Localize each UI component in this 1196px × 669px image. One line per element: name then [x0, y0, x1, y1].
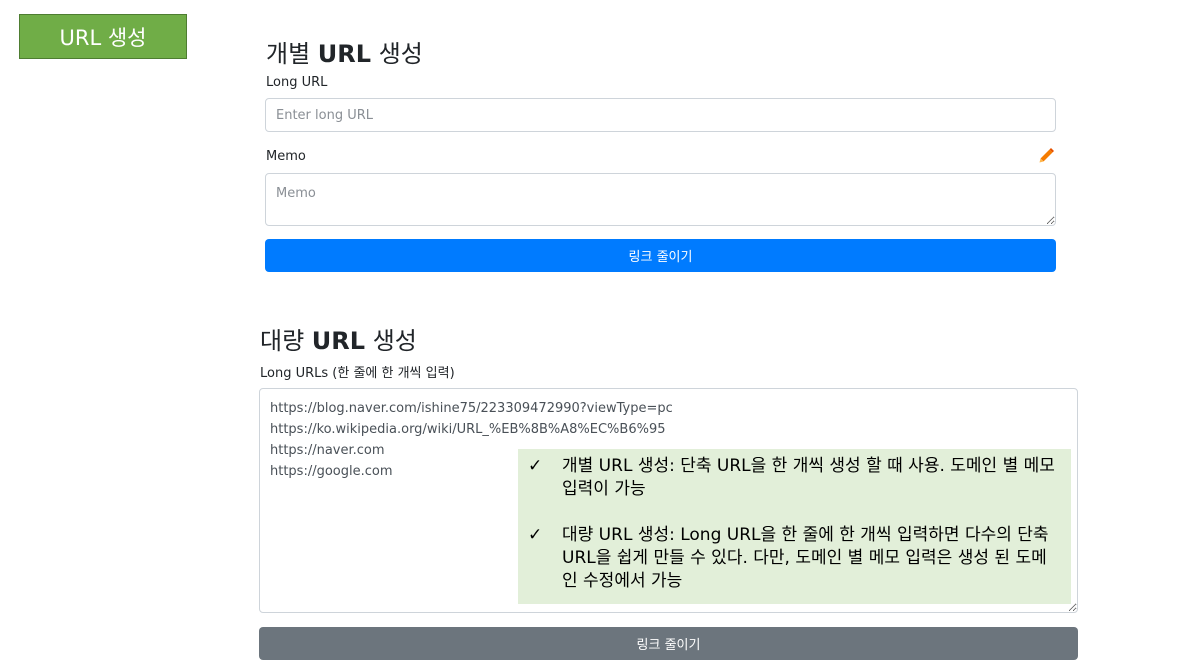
single-title-suffix: 생성: [371, 40, 423, 68]
long-url-label: Long URL: [266, 75, 328, 90]
long-url-input[interactable]: [265, 98, 1056, 132]
shorten-link-button[interactable]: 링크 줄이기: [265, 239, 1056, 272]
memo-label: Memo: [266, 149, 306, 164]
note-item: ✓ 개별 URL 생성: 단축 URL을 한 개씩 생성 할 때 사용. 도메인…: [526, 455, 1061, 501]
single-section-title: 개별 URL 생성: [266, 34, 423, 69]
note-text: 개별 URL 생성: 단축 URL을 한 개씩 생성 할 때 사용. 도메인 별…: [562, 456, 1055, 499]
annotation-note: ✓ 개별 URL 생성: 단축 URL을 한 개씩 생성 할 때 사용. 도메인…: [518, 449, 1071, 604]
section-tag-label: URL 생성: [59, 25, 147, 50]
bulk-title-prefix: 대량: [260, 327, 312, 355]
check-icon: ✓: [528, 456, 543, 476]
long-urls-label: Long URLs (한 줄에 한 개씩 입력): [260, 366, 455, 381]
note-text: 대량 URL 생성: Long URL을 한 줄에 한 개씩 입력하면 다수의 …: [562, 525, 1049, 591]
bulk-title-suffix: 생성: [365, 327, 417, 355]
note-item: ✓ 대량 URL 생성: Long URL을 한 줄에 한 개씩 입력하면 다수…: [526, 524, 1061, 593]
bulk-section-title: 대량 URL 생성: [260, 321, 417, 356]
section-tag: URL 생성: [19, 14, 187, 59]
bulk-shorten-link-button-label: 링크 줄이기: [636, 638, 701, 653]
shorten-link-button-label: 링크 줄이기: [628, 250, 693, 265]
single-title-bold: URL: [317, 40, 372, 68]
single-title-prefix: 개별: [266, 40, 318, 68]
memo-textarea[interactable]: [265, 173, 1056, 226]
bulk-title-bold: URL: [311, 327, 366, 355]
pencil-icon[interactable]: [1038, 148, 1054, 164]
check-icon: ✓: [528, 525, 543, 545]
bulk-shorten-link-button[interactable]: 링크 줄이기: [259, 627, 1078, 660]
